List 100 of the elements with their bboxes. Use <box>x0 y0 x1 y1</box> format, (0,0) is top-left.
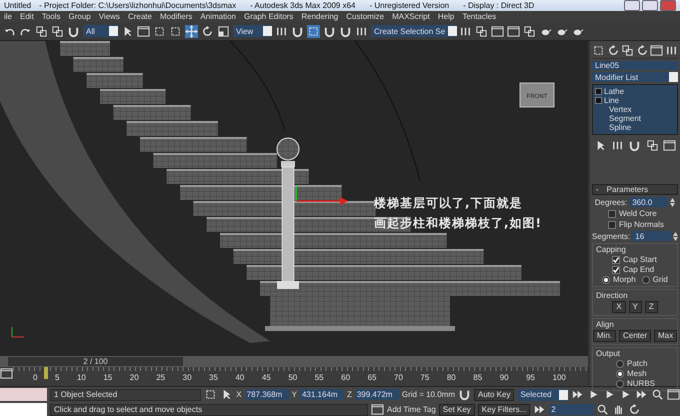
frame-label: 70 <box>394 373 403 382</box>
add-time-tag-link[interactable]: Add Time Tag <box>387 405 436 414</box>
radio-label: Patch <box>627 359 648 368</box>
checkbox-label: Cap Start <box>623 255 657 264</box>
object-name-field[interactable]: Line05 <box>592 61 678 70</box>
region-select-icon[interactable] <box>153 24 166 38</box>
set-key-button[interactable]: Set Key <box>438 404 475 416</box>
axis-label: Y <box>292 390 297 399</box>
menu-item[interactable]: Animation <box>196 12 240 21</box>
align-button[interactable]: Max <box>654 330 678 342</box>
checkbox-label: Weld Core <box>619 209 657 218</box>
align-button[interactable]: Min. <box>592 330 616 342</box>
zoom-region-icon[interactable] <box>596 403 610 416</box>
coordinate-field[interactable]: 787.368m <box>244 389 289 400</box>
modifier-list-dropdown[interactable]: Modifier List <box>592 72 678 82</box>
degrees-field[interactable]: 360.0 <box>629 197 668 207</box>
frame-label: 65 <box>368 373 376 382</box>
checkbox[interactable] <box>612 266 620 274</box>
minimize-button[interactable] <box>624 0 640 11</box>
maximize-button[interactable] <box>642 0 658 11</box>
frame-label: 0 <box>33 373 38 382</box>
named-selection-dropdown[interactable]: Create Selection Se <box>371 25 456 37</box>
current-frame-field[interactable]: 2 <box>549 404 594 415</box>
frame-label: 5 <box>54 373 60 382</box>
segments-label: Segments: <box>592 232 630 240</box>
group-title: Capping <box>596 245 627 254</box>
radio-label: Morph <box>613 275 636 284</box>
checkbox[interactable] <box>608 210 616 218</box>
menu-item[interactable]: Edit <box>16 12 38 21</box>
menu-item[interactable]: Customize <box>342 12 388 21</box>
key-filters-button[interactable]: Key Filters... <box>478 404 530 416</box>
menu-item[interactable]: ile <box>0 12 16 21</box>
coordinate-field[interactable]: 431.164m <box>300 389 344 400</box>
coordinate-field[interactable]: 399.472m <box>354 389 399 400</box>
radio-button[interactable] <box>616 380 624 388</box>
menu-item[interactable]: Rendering <box>297 12 342 21</box>
auto-key-button[interactable]: Auto Key <box>474 388 514 400</box>
time-slider-thumb[interactable]: 2 / 100 <box>8 357 183 366</box>
window-title: - Project Folder: C:\Users\lizhonhui\Documents\3dsmax <box>39 1 236 10</box>
stack-item[interactable]: Segment <box>609 114 642 123</box>
frame-label: 40 <box>235 373 244 382</box>
parameters-rollout[interactable]: - Parameters <box>592 184 678 195</box>
modifier-stack[interactable]: Lathe Line Vertex Segment Spline <box>592 84 678 135</box>
stack-item[interactable]: Spline <box>609 123 632 132</box>
scale-icon[interactable] <box>217 24 230 38</box>
align-button[interactable]: Center <box>619 330 652 342</box>
window-title: - Unregistered Version <box>370 1 450 10</box>
frame-label: 20 <box>130 373 139 382</box>
stack-item[interactable]: Lathe <box>604 87 624 96</box>
document-name: Untitled <box>4 1 32 10</box>
radio-button[interactable] <box>616 360 624 368</box>
menu-item[interactable]: Help <box>434 12 458 21</box>
checkbox[interactable] <box>608 220 616 228</box>
checkbox-label: Cap End <box>623 265 654 274</box>
radio-button[interactable] <box>616 370 624 378</box>
key-mode-dropdown[interactable]: Selected <box>517 388 568 400</box>
checkbox[interactable] <box>612 256 620 264</box>
move-gizmo-icon[interactable] <box>295 186 348 205</box>
checkbox-label: Flip Normals <box>619 220 664 229</box>
degrees-label: Degrees: <box>594 198 628 206</box>
stack-box-icon[interactable] <box>595 97 602 104</box>
grid-spacing: Grid = 10.0mm <box>402 390 455 399</box>
rotate-icon[interactable] <box>201 24 214 38</box>
radio-label: NURBS <box>627 379 656 388</box>
frame-label: 30 <box>182 373 192 382</box>
axis-button[interactable]: Z <box>644 301 658 313</box>
menu-item[interactable]: Group <box>64 12 95 21</box>
go-to-end-icon[interactable] <box>635 388 648 401</box>
stack-item[interactable]: Line <box>604 96 620 105</box>
selection-filter-dropdown[interactable]: All <box>83 25 118 37</box>
menu-item[interactable]: Create <box>124 12 156 21</box>
axis-label: Z <box>346 390 352 399</box>
frame-label: 90 <box>500 373 509 382</box>
menu-item[interactable]: Modifiers <box>156 12 196 21</box>
frame-label: 85 <box>473 373 482 382</box>
axis-label: X <box>236 390 242 399</box>
frame-label: 25 <box>156 373 166 382</box>
radio-button[interactable] <box>642 276 650 284</box>
axis-button[interactable]: Y <box>628 301 642 313</box>
frame-label: 50 <box>288 373 298 382</box>
axis-tripod-icon <box>12 326 24 338</box>
menu-item[interactable]: Graph Editors <box>240 12 298 21</box>
move-icon[interactable] <box>185 24 198 38</box>
zoom-icon[interactable] <box>651 388 664 401</box>
window-title: - Autodesk 3ds Max 2009 x64 <box>250 1 356 10</box>
menu-item[interactable]: Tools <box>38 12 64 21</box>
axis-button[interactable]: X <box>612 301 626 313</box>
time-slider-track[interactable]: 2 / 100 <box>0 356 588 367</box>
stack-box-icon[interactable] <box>595 88 602 95</box>
menu-item[interactable]: MAXScript <box>388 12 434 21</box>
menu-item[interactable]: Views <box>94 12 124 21</box>
group-title: Direction <box>596 291 629 300</box>
reference-coordinate-dropdown[interactable]: View <box>233 25 272 37</box>
frame-label: 75 <box>420 373 430 382</box>
radio-button[interactable] <box>602 276 610 284</box>
segments-field[interactable]: 16 <box>632 231 672 241</box>
menu-item[interactable]: Tentacles <box>458 12 500 21</box>
stack-item[interactable]: Vertex <box>609 105 632 114</box>
radio-label: Mesh <box>627 369 647 378</box>
frame-label: 15 <box>103 373 112 382</box>
